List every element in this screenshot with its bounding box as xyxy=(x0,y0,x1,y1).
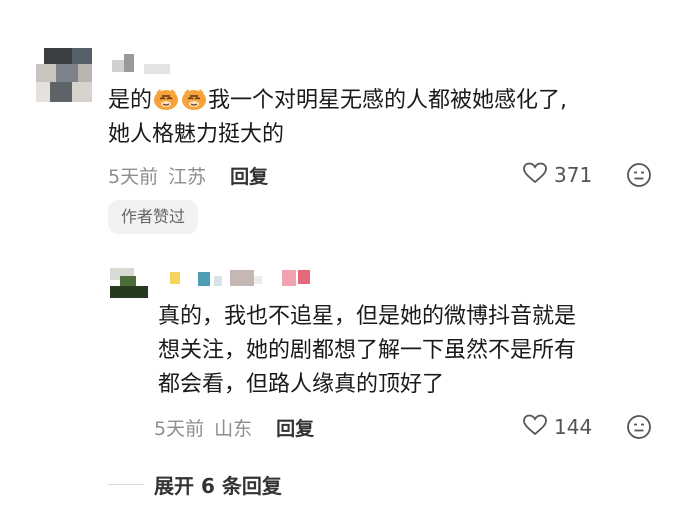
tiger-emoji xyxy=(181,87,207,111)
reply-text-line: 想关注，她的剧都想了解一下虽然不是所有 xyxy=(158,338,577,363)
username-pixelated[interactable] xyxy=(112,50,182,76)
reply-text-line: 真的，我也不追星，但是她的微博抖音就是 xyxy=(158,304,577,329)
heart-icon xyxy=(522,161,548,189)
comment-text-line2: 她人格魅力挺大的 xyxy=(108,122,285,147)
reply-like-button[interactable]: 144 xyxy=(522,412,592,442)
reply-text: 真的，我也不追星，但是她的微博抖音就是 想关注，她的剧都想了解一下虽然不是所有 … xyxy=(158,300,668,402)
divider-line xyxy=(108,484,144,485)
reply-avatar[interactable] xyxy=(110,268,148,298)
reply-text-line: 都会看，但路人缘真的顶好了 xyxy=(158,372,445,397)
comment-location: 江苏 xyxy=(168,165,207,188)
like-button[interactable]: 371 xyxy=(522,160,592,190)
comment-meta: 5天前 江苏 回复 xyxy=(108,160,268,190)
comment-text: 是的 我一个对明星无感的人都被她感化了, xyxy=(108,84,668,118)
reply-meta: 5天前 山东 回复 xyxy=(154,412,314,442)
expand-replies-button[interactable]: 展开 6 条回复 xyxy=(154,470,282,499)
reply-time: 5天前 xyxy=(154,417,205,440)
like-count: 371 xyxy=(554,163,593,187)
reply-username-pixelated[interactable] xyxy=(170,266,320,288)
reply-like-count: 144 xyxy=(554,415,593,439)
tiger-emoji xyxy=(153,87,179,111)
reply-location: 山东 xyxy=(214,417,253,440)
author-liked-badge: 作者赞过 xyxy=(108,200,199,234)
dislike-face-icon[interactable] xyxy=(626,414,652,444)
comment-time: 5天前 xyxy=(108,165,159,188)
dislike-face-icon[interactable] xyxy=(626,162,652,192)
avatar[interactable] xyxy=(36,48,98,110)
reply-button[interactable]: 回复 xyxy=(230,162,268,189)
comment-text-start: 是的 xyxy=(108,88,153,113)
heart-icon xyxy=(522,413,548,441)
comment-text-rest: 我一个对明星无感的人都被她感化了, xyxy=(208,88,568,113)
reply-button[interactable]: 回复 xyxy=(276,414,314,441)
